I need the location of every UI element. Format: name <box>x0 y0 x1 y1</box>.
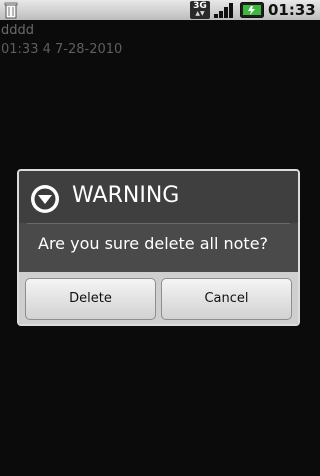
dialog-message: Are you sure delete all note? <box>38 234 269 253</box>
warning-dialog: WARNING Are you sure delete all note? De… <box>17 169 300 326</box>
note-title: dddd <box>1 23 35 38</box>
note-meta: 01:33 4 7-28-2010 <box>1 42 123 57</box>
status-clock: 01:33 <box>268 1 316 19</box>
trash-icon <box>4 2 18 19</box>
delete-button[interactable]: Delete <box>25 278 156 320</box>
data-activity-icon: ▲▼ <box>195 10 205 17</box>
dialog-button-bar: Delete Cancel <box>19 272 298 324</box>
warning-icon <box>31 185 59 213</box>
signal-icon <box>214 3 233 18</box>
dialog-header: WARNING <box>19 171 298 223</box>
status-bar: 3G ▲▼ 01:33 <box>0 0 320 20</box>
battery-icon <box>240 2 264 18</box>
dialog-divider <box>27 223 290 224</box>
cancel-button[interactable]: Cancel <box>161 278 292 320</box>
dialog-title: WARNING <box>72 183 180 208</box>
network-type-badge: 3G ▲▼ <box>190 1 210 19</box>
